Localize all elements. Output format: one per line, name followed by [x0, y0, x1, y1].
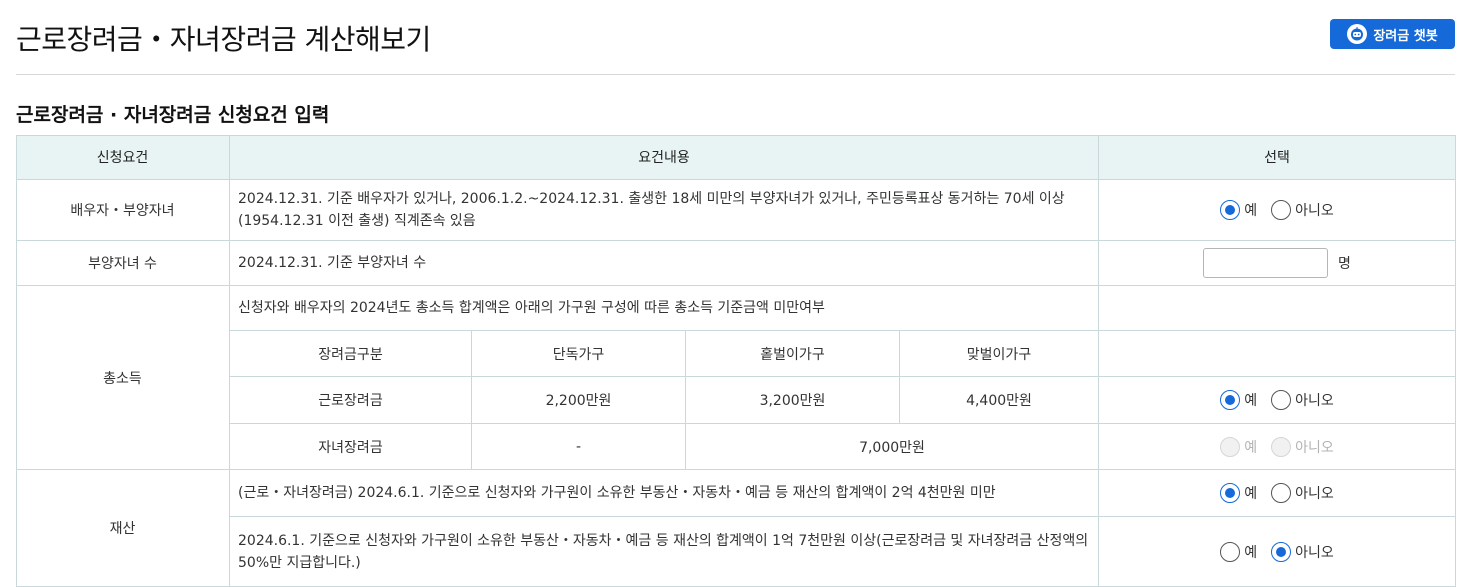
income-subheader-single-earner: 홑벌이가구 — [686, 331, 900, 377]
income-child-name: 자녀장려금 — [230, 424, 472, 470]
radio-property1-no[interactable]: 아니오 — [1271, 483, 1334, 503]
select-property-1: 예 아니오 — [1099, 470, 1456, 517]
children-count-unit: 명 — [1338, 256, 1351, 272]
radio-label: 예 — [1244, 544, 1258, 561]
header-requirement: 신청요건 — [16, 135, 230, 180]
radio-circle — [1271, 436, 1292, 457]
radio-label: 아니오 — [1295, 203, 1334, 219]
radio-property2-no[interactable]: 아니오 — [1271, 541, 1334, 562]
radio-label: 예 — [1244, 486, 1258, 502]
radio-circle[interactable] — [1220, 390, 1241, 410]
income-earned-single: 2,200만원 — [472, 377, 686, 424]
header-select: 선택 — [1099, 135, 1456, 180]
radio-label: 아니오 — [1295, 486, 1334, 502]
radio-label: 예 — [1244, 393, 1258, 409]
label-property: 재산 — [16, 470, 230, 587]
radio-label: 예 — [1244, 203, 1258, 219]
select-income-empty — [1099, 286, 1456, 331]
content-property-2: 2024.6.1. 기준으로 신청자와 가구원이 소유한 부동산・자동차・예금 … — [230, 517, 1099, 587]
radio-circle[interactable] — [1271, 390, 1292, 410]
content-property-1: (근로・자녀장려금) 2024.6.1. 기준으로 신청자와 가구원이 소유한 … — [230, 470, 1099, 517]
radio-group-spouse: 예 아니오 — [1220, 200, 1334, 220]
content-spouse: 2024.12.31. 기준 배우자가 있거나, 2006.1.2.~2024.… — [230, 180, 1099, 241]
select-property-2: 예 아니오 — [1099, 517, 1456, 587]
select-income-subheader-empty — [1099, 331, 1456, 377]
select-income-earned: 예 아니오 — [1099, 377, 1456, 424]
radio-label: 예 — [1244, 439, 1258, 456]
income-subheader-type: 장려금구분 — [230, 331, 472, 377]
label-income: 총소득 — [16, 286, 230, 470]
children-count-input[interactable] — [1203, 248, 1329, 278]
income-earned-dual-earner: 4,400만원 — [900, 377, 1099, 424]
radio-property1-yes[interactable]: 예 — [1220, 483, 1257, 503]
income-subheader-single: 단독가구 — [472, 331, 686, 377]
radio-spouse-yes[interactable]: 예 — [1220, 200, 1257, 220]
radio-circle[interactable] — [1220, 200, 1241, 220]
chatbot-button-label: 장려금 챗봇 — [1373, 28, 1438, 44]
chatbot-icon — [1347, 24, 1368, 44]
radio-circle — [1220, 436, 1241, 457]
title-divider — [16, 74, 1455, 75]
radio-circle[interactable] — [1220, 483, 1241, 503]
income-earned-name: 근로장려금 — [230, 377, 472, 424]
income-earned-single-earner: 3,200만원 — [686, 377, 900, 424]
content-income: 신청자와 배우자의 2024년도 총소득 합계액은 아래의 가구원 구성에 따른… — [230, 286, 1099, 331]
select-children-count: 명 — [1099, 241, 1456, 286]
header-content: 요건내용 — [230, 135, 1099, 180]
section-title: 근로장려금 · 자녀장려금 신청요건 입력 — [16, 104, 330, 126]
income-subheader-dual-earner: 맞벌이가구 — [900, 331, 1099, 377]
chatbot-button[interactable]: 장려금 챗봇 — [1330, 19, 1455, 49]
radio-circle[interactable] — [1271, 541, 1292, 562]
radio-circle[interactable] — [1271, 483, 1292, 503]
radio-circle[interactable] — [1271, 200, 1292, 220]
radio-label: 아니오 — [1295, 439, 1334, 456]
income-child-single: - — [472, 424, 686, 470]
radio-child-no: 아니오 — [1271, 436, 1334, 457]
page-title: 근로장려금・자녀장려금 계산해보기 — [16, 23, 431, 56]
radio-label: 아니오 — [1295, 393, 1334, 409]
radio-label: 아니오 — [1295, 544, 1334, 561]
income-child-combined: 7,000만원 — [686, 424, 1099, 470]
label-spouse: 배우자・부양자녀 — [16, 180, 230, 241]
radio-earned-yes[interactable]: 예 — [1220, 390, 1257, 410]
label-children-count: 부양자녀 수 — [16, 241, 230, 286]
radio-child-yes: 예 — [1220, 436, 1258, 457]
select-income-child: 예 아니오 — [1099, 424, 1456, 470]
radio-spouse-no[interactable]: 아니오 — [1271, 200, 1334, 220]
radio-circle[interactable] — [1220, 541, 1241, 562]
content-children-count: 2024.12.31. 기준 부양자녀 수 — [230, 241, 1099, 286]
radio-property2-yes[interactable]: 예 — [1220, 541, 1258, 562]
radio-earned-no[interactable]: 아니오 — [1271, 390, 1334, 410]
requirements-table: 신청요건 요건내용 선택 배우자・부양자녀 2024.12.31. 기준 배우자… — [16, 135, 1456, 587]
select-spouse: 예 아니오 — [1099, 180, 1456, 241]
